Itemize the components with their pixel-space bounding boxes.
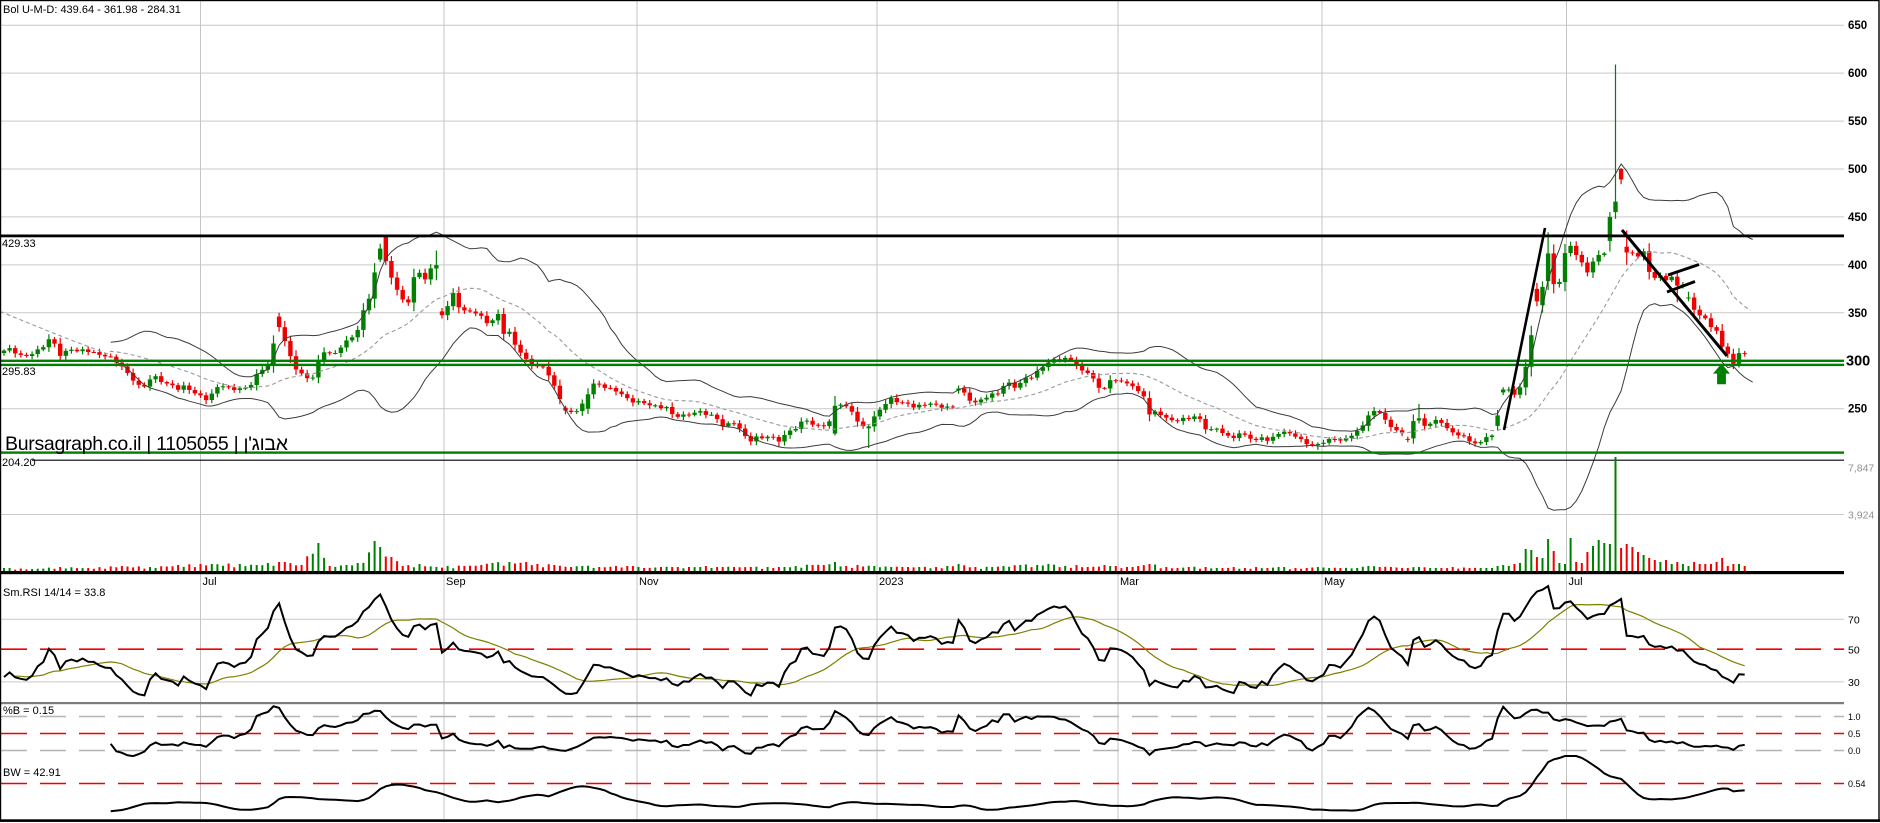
svg-text:Sep: Sep	[446, 576, 466, 588]
svg-text:Bol U-M-D: 439.64 - 361.98 - 2: Bol U-M-D: 439.64 - 361.98 - 284.31	[3, 4, 181, 16]
svg-text:350: 350	[1848, 308, 1867, 320]
svg-text:500: 500	[1848, 164, 1867, 176]
svg-text:Sm.RSI 14/14 = 33.8: Sm.RSI 14/14 = 33.8	[3, 587, 105, 599]
svg-text:Bursagraph.co.il | 1105055 | א: Bursagraph.co.il | 1105055 | אבוג'ן	[5, 433, 288, 455]
svg-text:Jul: Jul	[1569, 576, 1583, 588]
svg-text:Mar: Mar	[1120, 576, 1139, 588]
svg-text:600: 600	[1848, 68, 1867, 80]
svg-text:429.33: 429.33	[2, 238, 36, 250]
svg-text:50: 50	[1848, 645, 1860, 657]
svg-text:70: 70	[1848, 615, 1860, 627]
svg-text:3,924: 3,924	[1848, 510, 1874, 522]
svg-text:30: 30	[1848, 677, 1860, 689]
svg-text:Nov: Nov	[639, 576, 659, 588]
svg-text:2023: 2023	[879, 576, 903, 588]
svg-text:250: 250	[1848, 404, 1867, 416]
svg-text:650: 650	[1848, 20, 1867, 32]
svg-text:550: 550	[1848, 116, 1867, 128]
svg-text:BW = 42.91: BW = 42.91	[3, 767, 61, 779]
svg-text:7,847: 7,847	[1848, 463, 1874, 475]
svg-text:1.0: 1.0	[1848, 712, 1861, 722]
svg-text:Jul: Jul	[203, 576, 217, 588]
svg-text:450: 450	[1848, 212, 1867, 224]
svg-text:0.5: 0.5	[1848, 729, 1861, 739]
svg-text:0.54: 0.54	[1848, 779, 1866, 789]
svg-text:300: 300	[1846, 354, 1870, 370]
svg-text:0.0: 0.0	[1848, 746, 1861, 756]
svg-text:295.83: 295.83	[2, 366, 36, 378]
svg-text:May: May	[1324, 576, 1345, 588]
svg-text:204.20: 204.20	[2, 457, 36, 469]
svg-text:400: 400	[1848, 260, 1867, 272]
svg-text:%B = 0.15: %B = 0.15	[3, 705, 54, 717]
